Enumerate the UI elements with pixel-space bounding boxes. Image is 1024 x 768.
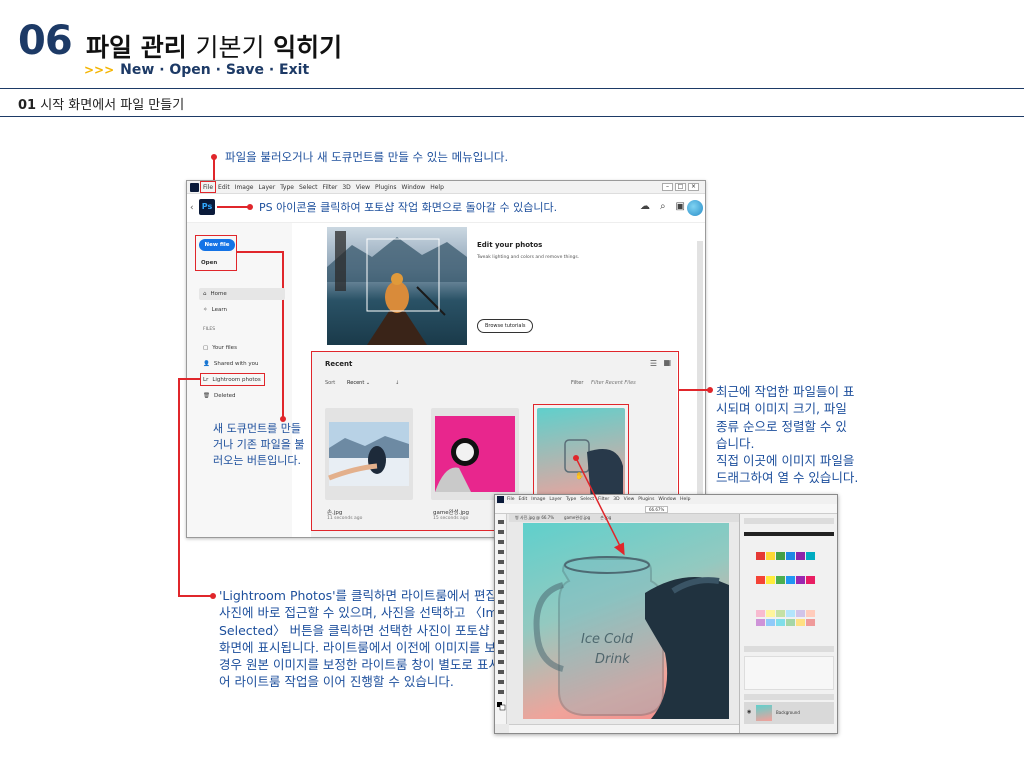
- hero-title: Edit your photos: [477, 241, 543, 249]
- avatar[interactable]: [687, 200, 703, 216]
- chapter-number: 06: [18, 18, 73, 64]
- header-rule: [0, 88, 1024, 89]
- sidebar-item-shared[interactable]: 👤 Shared with you: [203, 361, 259, 367]
- search-icon[interactable]: ⌕: [660, 201, 666, 212]
- photoshop-editor-window: File Edit Image Layer Type Select Filter…: [494, 494, 838, 734]
- menu-item-type[interactable]: Type: [280, 184, 294, 191]
- menu-item-3d[interactable]: 3D: [342, 184, 350, 191]
- options-bar: 66.67%: [495, 504, 837, 514]
- menu-item-help[interactable]: Help: [430, 184, 444, 191]
- menu-item-plugins[interactable]: Plugins: [375, 184, 397, 191]
- layer-name: Background: [776, 710, 800, 715]
- editor-menu-file[interactable]: File: [507, 497, 515, 502]
- callout-ps-icon: PS 아이콘을 클릭하여 포토샵 작업 화면으로 돌아갈 수 있습니다.: [259, 201, 558, 214]
- layer-row[interactable]: Background ◉: [744, 702, 834, 724]
- callout-recent: 최근에 작업한 파일들이 표 시되며 이미지 크기, 파일 종류 순으로 정렬할…: [716, 384, 859, 486]
- hero-image: [327, 227, 467, 345]
- editor-menu-bar: File Edit Image Layer Type Select Filter…: [495, 495, 837, 504]
- files-label: FILES: [203, 327, 216, 332]
- callout-new-open: 새 도큐먼트를 만들 거나 기존 파일을 불 러오는 버튼입니다.: [213, 422, 305, 467]
- swatches-grid[interactable]: [744, 528, 834, 638]
- zoom-field[interactable]: 66.67%: [645, 506, 669, 513]
- ps-logo-icon[interactable]: Ps: [199, 199, 215, 215]
- window-scrollbar[interactable]: [697, 241, 703, 511]
- menu-item-view[interactable]: View: [356, 184, 370, 191]
- menu-bar: File Edit Image Layer Type Select Filter…: [187, 181, 705, 194]
- home-icon: ⌂: [203, 291, 207, 297]
- close-icon[interactable]: ×: [688, 183, 699, 191]
- people-icon: 👤: [203, 361, 210, 367]
- menu-item-select[interactable]: Select: [299, 184, 318, 191]
- editor-menu-help[interactable]: Help: [680, 497, 690, 502]
- status-bar: [509, 724, 739, 733]
- highlight-lightroom: [200, 373, 265, 386]
- chapter-subtitle: >>> New · Open · Save · Exit: [84, 62, 310, 78]
- minimize-icon[interactable]: –: [662, 183, 673, 191]
- maximize-icon[interactable]: □: [675, 183, 686, 191]
- section-heading: 01 시작 화면에서 파일 만들기: [18, 98, 185, 113]
- svg-text:Drink: Drink: [595, 652, 630, 667]
- visibility-eye-icon[interactable]: ◉: [747, 709, 751, 715]
- trash-icon: 🗑: [203, 393, 210, 399]
- menu-item-filter[interactable]: Filter: [323, 184, 338, 191]
- properties-panel-tabs[interactable]: [744, 646, 834, 652]
- drag-arrow: [573, 455, 625, 556]
- sidebar-item-deleted[interactable]: 🗑 Deleted: [203, 393, 236, 399]
- right-panels: Background ◉: [739, 514, 837, 733]
- sidebar-item-your-files[interactable]: ▢ Your files: [203, 345, 237, 351]
- doc-tab-1[interactable]: 병 사진.jpg @ 66.7%: [515, 515, 554, 521]
- editor-menu-edit[interactable]: Edit: [519, 497, 528, 502]
- file-icon: ▢: [203, 345, 209, 351]
- menu-item-window[interactable]: Window: [402, 184, 426, 191]
- chapter-title: 파일 관리 기본기 익히기: [86, 33, 343, 62]
- editor-menu-plugins[interactable]: Plugins: [638, 497, 654, 502]
- menu-item-layer[interactable]: Layer: [258, 184, 275, 191]
- hero-description: Tweak lighting and colors and remove thi…: [477, 255, 580, 260]
- section-rule: [0, 116, 1024, 117]
- toolbar[interactable]: [495, 514, 507, 724]
- lightbulb-icon: ✧: [203, 307, 208, 313]
- window-controls: – □ ×: [662, 183, 699, 191]
- layers-panel-tabs[interactable]: [744, 694, 834, 700]
- sidebar-item-learn[interactable]: ✧ Learn: [203, 307, 227, 313]
- properties-panel: [744, 656, 834, 690]
- highlight-new-open: [195, 235, 237, 271]
- browse-tutorials-button[interactable]: Browse tutorials: [477, 319, 534, 333]
- menu-item-image[interactable]: Image: [235, 184, 254, 191]
- back-chevron-icon[interactable]: ‹: [190, 203, 194, 213]
- editor-menu-window[interactable]: Window: [658, 497, 676, 502]
- hero-panel: Edit your photos Tweak lighting and colo…: [469, 227, 677, 345]
- editor-ps-icon: [497, 496, 504, 503]
- svg-text:Ice Cold: Ice Cold: [581, 632, 634, 647]
- swatches-panel-tabs[interactable]: [744, 518, 834, 524]
- callout-lightroom: 'Lightroom Photos'를 클릭하면 라이트룸에서 편집하던 사진에…: [219, 588, 524, 690]
- gift-icon[interactable]: ▣: [676, 201, 685, 212]
- callout-file-menu: 파일을 불러오거나 새 도큐먼트를 만들 수 있는 메뉴입니다.: [225, 150, 509, 164]
- highlight-file-menu: [200, 181, 216, 193]
- editor-menu-image[interactable]: Image: [531, 497, 545, 502]
- sidebar-item-home[interactable]: ⌂ Home: [203, 291, 227, 297]
- layer-thumbnail: [756, 705, 772, 721]
- ps-app-icon: [190, 183, 199, 192]
- menu-item-edit[interactable]: Edit: [218, 184, 230, 191]
- cloud-icon[interactable]: ☁: [640, 201, 650, 212]
